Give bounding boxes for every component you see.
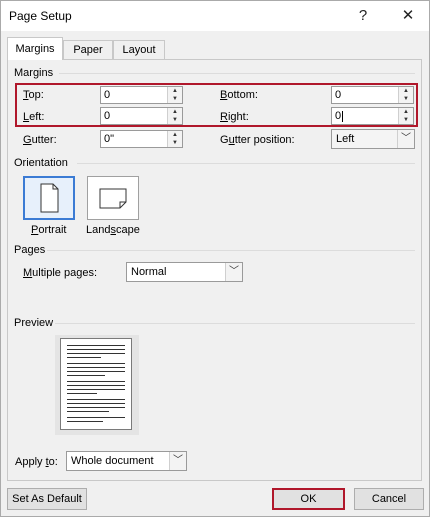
right-label: Right: (220, 111, 249, 123)
spin-down-icon[interactable]: ▼ (168, 139, 182, 147)
margins-group-label: Margins (14, 67, 54, 79)
top-margin-value: 0 (104, 89, 111, 101)
tab-layout[interactable]: Layout (113, 40, 165, 59)
spin-down-icon[interactable]: ▼ (168, 116, 182, 124)
apply-to-value: Whole document (71, 455, 154, 467)
spin-up-icon[interactable]: ▲ (168, 131, 182, 139)
gutter-value: 0" (104, 133, 115, 145)
chevron-down-icon[interactable]: ﹀ (397, 130, 414, 148)
bottom-margin-value: 0 (335, 89, 342, 101)
title-bar: Page Setup ? ✕ (1, 1, 429, 31)
bottom-margin-spinner[interactable]: 0 ▲ ▼ (331, 86, 414, 104)
window-title: Page Setup (9, 9, 72, 23)
page-preview (55, 335, 139, 435)
cancel-button[interactable]: Cancel (354, 488, 424, 510)
apply-to-select[interactable]: Whole document ﹀ (66, 451, 187, 471)
spin-up-icon[interactable]: ▲ (399, 108, 413, 116)
apply-to-label: Apply to: (15, 456, 58, 468)
portrait-page-icon (40, 183, 59, 213)
left-margin-spinner[interactable]: 0 ▲ ▼ (100, 107, 183, 125)
top-margin-spinner[interactable]: 0 ▲ ▼ (100, 86, 183, 104)
orientation-group-label: Orientation (14, 157, 68, 169)
multiple-pages-value: Normal (131, 266, 167, 278)
landscape-label: Landscape (86, 224, 140, 236)
spin-down-icon[interactable]: ▼ (399, 116, 413, 124)
chevron-down-icon[interactable]: ﹀ (169, 452, 186, 470)
gutter-spinner[interactable]: 0" ▲ ▼ (100, 130, 183, 148)
gutter-position-label: Gutter position: (220, 134, 295, 146)
gutter-position-select[interactable]: Left ﹀ (331, 129, 415, 149)
preview-group-label: Preview (14, 317, 54, 329)
help-icon[interactable]: ? (352, 5, 374, 27)
set-as-default-button[interactable]: Set As Default (7, 488, 87, 510)
ok-button[interactable]: OK (272, 488, 345, 510)
preview-group-divider (55, 323, 415, 324)
margins-group-divider (59, 73, 415, 74)
spin-up-icon[interactable]: ▲ (168, 87, 182, 95)
tab-margins[interactable]: Margins (7, 37, 63, 60)
bottom-label: Bottom: (220, 89, 258, 101)
orientation-group-divider (77, 163, 415, 164)
top-label: Top: (23, 89, 44, 101)
multiple-pages-select[interactable]: Normal ﹀ (126, 262, 243, 282)
spin-down-icon[interactable]: ▼ (168, 95, 182, 103)
right-margin-spinner[interactable]: 0 ▲ ▼ (331, 107, 414, 125)
spin-up-icon[interactable]: ▲ (399, 87, 413, 95)
pages-group-label: Pages (14, 244, 46, 256)
chevron-down-icon[interactable]: ﹀ (225, 263, 242, 281)
close-icon[interactable]: ✕ (397, 5, 419, 27)
portrait-button[interactable] (23, 176, 75, 220)
right-margin-value: 0 (335, 110, 342, 122)
preview-page-thumbnail (60, 338, 132, 430)
left-label: Left: (23, 111, 45, 123)
page-setup-dialog: Page Setup ? ✕ Margins Paper Layout Marg… (0, 0, 430, 517)
portrait-label: Portrait (31, 224, 67, 236)
spin-down-icon[interactable]: ▼ (399, 95, 413, 103)
text-cursor (342, 111, 343, 122)
spin-up-icon[interactable]: ▲ (168, 108, 182, 116)
landscape-button[interactable] (87, 176, 139, 220)
gutter-position-value: Left (336, 133, 355, 145)
landscape-page-icon (99, 188, 127, 209)
gutter-label: Gutter: (23, 134, 57, 146)
multiple-pages-label: Multiple pages: (23, 267, 97, 279)
left-margin-value: 0 (104, 110, 111, 122)
pages-group-divider (47, 250, 415, 251)
tab-paper[interactable]: Paper (63, 40, 113, 59)
